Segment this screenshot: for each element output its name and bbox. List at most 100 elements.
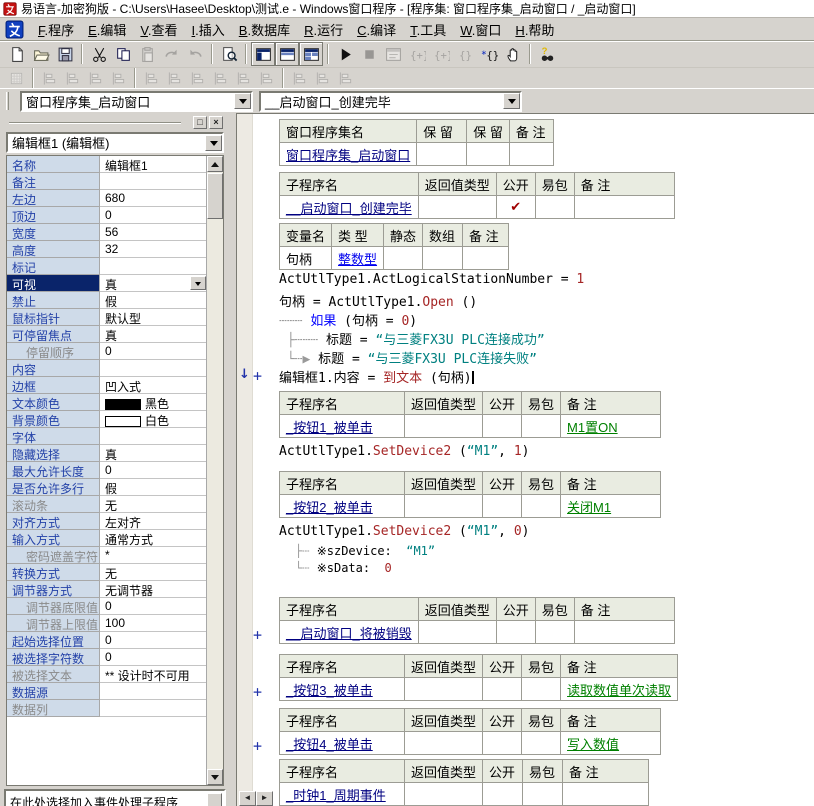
property-value[interactable]: 假 <box>100 479 207 496</box>
menu-C[interactable]: C.编译 <box>350 18 403 41</box>
table-cell[interactable] <box>483 732 522 755</box>
property-value[interactable]: 0 <box>100 598 207 615</box>
find-next-button[interactable]: ? <box>535 42 559 66</box>
table-cell[interactable] <box>574 621 674 644</box>
scroll-up-icon[interactable] <box>207 156 223 172</box>
menu-I[interactable]: I.插入 <box>185 18 232 41</box>
property-row-12[interactable]: 内容 <box>7 360 207 377</box>
property-row-32[interactable]: 数据列 <box>7 700 207 717</box>
property-row-30[interactable]: 被选择文本** 设计时不可用 <box>7 666 207 683</box>
dock-close-button[interactable]: × <box>209 116 223 129</box>
menu-B[interactable]: B.数据库 <box>232 18 297 41</box>
code-line[interactable]: ↓+编辑框1.内容 = 到文本 (句柄) <box>279 367 814 386</box>
property-value[interactable]: 0 <box>100 462 207 479</box>
property-row-1[interactable]: 备注 <box>7 173 207 190</box>
table-cell[interactable]: __启动窗口_将被销毁 <box>280 621 419 644</box>
table-cell[interactable] <box>405 783 483 806</box>
table-cell[interactable]: _按钮3_被单击 <box>280 678 405 701</box>
table-cell[interactable] <box>574 196 674 219</box>
table-cell[interactable] <box>483 678 522 701</box>
property-value[interactable]: 白色 <box>100 411 207 428</box>
property-value[interactable]: 真 <box>100 326 207 343</box>
code-line[interactable]: ├┄┄┄ 标题 = “与三菱FX3U PLC连接成功” <box>279 329 814 348</box>
code-line[interactable]: ActUtlType1.ActLogicalStationNumber = 1 <box>279 272 814 291</box>
table-cell[interactable]: _按钮1_被单击 <box>280 415 405 438</box>
table-cell[interactable] <box>535 196 574 219</box>
property-row-7[interactable]: 可视真 <box>7 275 207 292</box>
property-value[interactable]: 无调节器 <box>100 581 207 598</box>
toolbar-grip[interactable] <box>6 92 9 110</box>
copy-button[interactable] <box>111 42 135 66</box>
fold-plus-icon[interactable]: + <box>253 683 262 701</box>
property-row-14[interactable]: 文本颜色黑色 <box>7 394 207 411</box>
property-value[interactable]: * <box>100 547 207 564</box>
table-cell[interactable]: _按钮4_被单击 <box>280 732 405 755</box>
property-value[interactable]: 通常方式 <box>100 530 207 547</box>
property-row-19[interactable]: 是否允许多行假 <box>7 479 207 496</box>
scroll-left-icon[interactable]: ◄ <box>239 791 256 806</box>
property-row-22[interactable]: 输入方式通常方式 <box>7 530 207 547</box>
property-row-29[interactable]: 被选择字符数0 <box>7 649 207 666</box>
menu-R[interactable]: R.运行 <box>297 18 350 41</box>
code-line[interactable]: └┄▶ 标题 = “与三菱FX3U PLC连接失败” <box>279 348 814 367</box>
code-line[interactable]: ┄┄┄ 如果 (句柄 = 0) <box>279 310 814 329</box>
layout-left-button[interactable] <box>251 42 275 66</box>
code-line[interactable]: ActUtlType1.SetDevice2 (“M1”, 1) <box>279 444 814 463</box>
code-line[interactable]: ActUtlType1.SetDevice2 (“M1”, 0) <box>279 524 814 543</box>
table-cell[interactable] <box>509 143 553 166</box>
table-cell[interactable]: ✔ <box>496 196 535 219</box>
table-cell[interactable] <box>423 247 463 270</box>
scrollbar-thumb[interactable] <box>207 173 223 219</box>
property-value[interactable]: 无 <box>100 564 207 581</box>
table-cell[interactable]: _按钮2_被单击 <box>280 495 405 518</box>
table-cell[interactable] <box>523 783 563 806</box>
table-cell[interactable] <box>522 678 561 701</box>
table-cell[interactable] <box>417 143 467 166</box>
layout-top-button[interactable] <box>275 42 299 66</box>
table-cell[interactable] <box>405 678 483 701</box>
horizontal-scrollbar[interactable]: ◄ ► <box>239 791 273 806</box>
property-value[interactable]: 真 <box>100 275 207 292</box>
table-cell[interactable] <box>522 415 561 438</box>
property-row-27[interactable]: 调节器上限值100 <box>7 615 207 632</box>
property-row-26[interactable]: 调节器底限值0 <box>7 598 207 615</box>
fold-plus-icon[interactable]: + <box>253 737 262 755</box>
table-cell[interactable] <box>522 495 561 518</box>
find-in-files-button[interactable] <box>217 42 241 66</box>
menu-H[interactable]: H.帮助 <box>508 18 561 41</box>
scroll-down-icon[interactable] <box>207 769 223 785</box>
property-row-9[interactable]: 鼠标指针默认型 <box>7 309 207 326</box>
module-combobox[interactable]: 窗口程序集_启动窗口 <box>20 91 253 112</box>
property-row-3[interactable]: 顶边0 <box>7 207 207 224</box>
table-cell[interactable] <box>535 621 574 644</box>
event-combobox[interactable]: __启动窗口_创建完毕 <box>259 91 522 112</box>
table-cell[interactable]: M1置ON <box>561 415 661 438</box>
table-cell[interactable]: 句柄 <box>280 247 332 270</box>
property-row-25[interactable]: 调节器方式无调节器 <box>7 581 207 598</box>
table-cell[interactable] <box>467 143 510 166</box>
table-cell[interactable] <box>384 247 423 270</box>
property-row-31[interactable]: 数据源 <box>7 683 207 700</box>
table-cell[interactable] <box>405 415 483 438</box>
code-line[interactable]: 句柄 = ActUtlType1.Open () <box>279 291 814 310</box>
run-to-cursor-button[interactable]: *{} <box>477 42 501 66</box>
code-line[interactable]: └┄ ※sData: 0 <box>279 560 814 577</box>
property-row-15[interactable]: 背景颜色白色 <box>7 411 207 428</box>
property-row-23[interactable]: 密码遮盖字符* <box>7 547 207 564</box>
table-cell[interactable] <box>483 415 522 438</box>
code-editor[interactable]: 窗口程序集名保 留保 留备 注窗口程序集_启动窗口子程序名返回值类型公开易包备 … <box>236 113 814 806</box>
menu-T[interactable]: T.工具 <box>403 18 453 41</box>
event-hint-bar[interactable]: 在此处选择加入事件处理子程序 <box>4 789 226 806</box>
property-row-18[interactable]: 最大允许长度0 <box>7 462 207 479</box>
property-row-20[interactable]: 滚动条无 <box>7 496 207 513</box>
table-cell[interactable]: 关闭M1 <box>561 495 661 518</box>
property-value[interactable]: 0 <box>100 207 207 224</box>
table-cell[interactable] <box>463 247 509 270</box>
code-line[interactable]: ├┄ ※szDevice: “M1” <box>279 543 814 560</box>
table-cell[interactable] <box>496 621 535 644</box>
new-file-button[interactable] <box>5 42 29 66</box>
scroll-right-icon[interactable]: ► <box>256 791 273 806</box>
pause-hand-button[interactable] <box>501 42 525 66</box>
layout-grid-button[interactable] <box>299 42 323 66</box>
table-cell[interactable] <box>418 196 496 219</box>
